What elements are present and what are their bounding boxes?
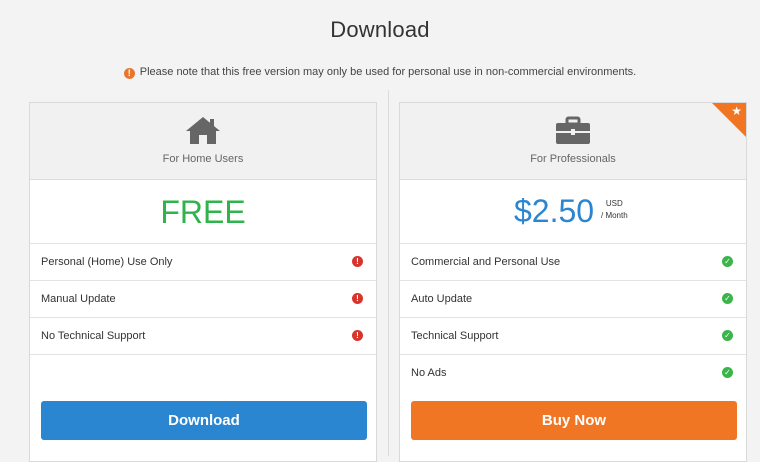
warning-icon: ! [352,256,363,267]
pro-plan-header: For Professionals ★ [400,103,746,180]
buy-now-button[interactable]: Buy Now [411,401,737,440]
feature-row: No Ads ✓ [400,355,746,391]
home-plan-header: For Home Users [30,103,376,180]
house-icon [183,114,223,151]
feature-row: Manual Update ! [30,281,376,318]
home-price: FREE [160,194,246,230]
feature-label: Auto Update [411,293,473,305]
home-plan-name: For Home Users [162,153,244,165]
star-icon: ★ [731,104,742,118]
check-icon: ✓ [722,256,733,267]
home-plan-card: For Home Users FREE Personal (Home) Use … [29,102,377,462]
warning-icon: ! [352,293,363,304]
warning-icon: ! [123,68,135,79]
personal-use-notice: ! Please note that this free version may … [0,66,760,79]
feature-label: No Technical Support [41,330,146,342]
page-title: Download [330,17,430,42]
feature-label: Commercial and Personal Use [411,256,561,268]
pro-price: $2.50 [514,193,595,229]
feature-label: Technical Support [411,330,499,342]
check-icon: ✓ [722,330,733,341]
home-price-box: FREE [30,180,376,244]
column-divider [388,90,389,456]
feature-label: No Ads [411,367,447,379]
feature-row: Commercial and Personal Use ✓ [400,244,746,281]
feature-row-empty [30,355,376,391]
download-button[interactable]: Download [41,401,367,440]
pro-plan-name: For Professionals [530,153,616,165]
pro-price-box: $2.50 USD / Month [400,180,746,244]
check-icon: ✓ [722,367,733,378]
check-icon: ✓ [722,293,733,304]
warning-icon: ! [352,330,363,341]
notice-text: Please note that this free version may o… [139,66,637,78]
price-unit: USD / Month [601,198,628,222]
price-currency: USD [605,199,623,208]
feature-row: Technical Support ✓ [400,318,746,355]
pro-plan-card: For Professionals ★ $2.50 USD / Month Co… [399,102,747,462]
price-period: / Month [601,211,628,220]
feature-label: Personal (Home) Use Only [41,256,173,268]
feature-row: Auto Update ✓ [400,281,746,318]
feature-label: Manual Update [41,293,116,305]
feature-row: No Technical Support ! [30,318,376,355]
briefcase-icon [553,114,593,151]
feature-row: Personal (Home) Use Only ! [30,244,376,281]
